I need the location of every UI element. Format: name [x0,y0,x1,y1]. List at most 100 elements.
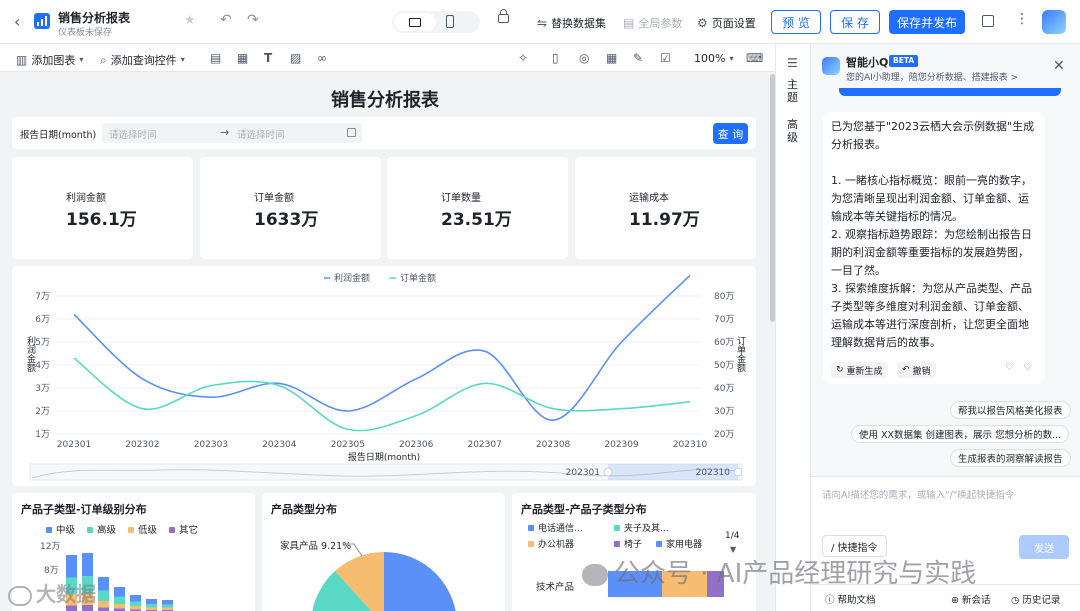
thumbs-down-icon[interactable]: ♡ [1023,362,1032,373]
range-end-label: 202310 [696,468,731,478]
kpi-card-order-amount[interactable]: 订单金额 1633万 [200,157,381,259]
assistant-avatar-icon[interactable] [1042,10,1066,34]
watermark-left: 大数据 [8,578,96,607]
keyboard-icon[interactable]: ⌨ [746,52,763,64]
brush-icon[interactable]: ✎ [633,52,643,64]
top-bar: ‹ 销售分析报表 仪表板未保存 ★ ↶ ↷ ⇋ 替换数据集 ▤ 全局参数 ⚙ 页… [0,0,1080,44]
assistant-tagline[interactable]: 您的AI小助理，陪您分析数据、搭建报表 > [846,70,1018,83]
bar [114,587,125,611]
layout-icon[interactable]: ▤ [210,52,221,64]
building-icon[interactable]: ▦ [606,52,617,64]
style-icon[interactable]: ◎ [579,52,589,64]
desktop-view-button[interactable] [394,13,436,31]
x-tick-label: 202306 [399,440,434,450]
y-tick-label: 1万 [35,430,50,440]
query-filter-card: 报告日期(month) 请选择时间 → 请选择时间 查 询 [12,117,756,149]
global-params-button[interactable]: ▤ 全局参数 [623,15,682,31]
zoom-select[interactable]: 100% ▾ [694,52,733,65]
prompt-input[interactable]: 请向AI描述您的需求，或输入"/"唤起快捷指令 [822,487,1014,501]
help-docs-link[interactable]: ⓘ 帮助文档 [825,592,876,606]
canvas-scrollbar[interactable] [770,72,775,611]
replace-dataset-button[interactable]: ⇋ 替换数据集 [537,15,606,31]
undo-icon[interactable]: ↶ [220,12,232,28]
y-tick-label: 6万 [35,315,50,325]
preview-button[interactable]: 预 览 [771,10,821,34]
watermark-right: 公众号 · AI产品经理研究与实践 [582,553,976,590]
thumbs-up-icon[interactable]: ♡ [1005,362,1014,373]
undo-message-button[interactable]: ↶ 撤销 [897,362,936,378]
suggestion-chip[interactable]: 使用 XX数据集 创建图表，展示 您想分析的数... [851,425,1070,443]
start-date-input[interactable]: 请选择时间 [109,127,157,141]
gear-icon: ⚙ [697,16,708,30]
back-icon[interactable]: ‹ [14,12,20,31]
product-type-pie-card[interactable]: 产品类型分布 家具产品 9.21% [262,493,505,611]
message-point: 1. 一睹核心指标概览：眼前一亮的数字，为您清晰呈现出利润金额、订单金额、运输成… [831,174,1032,223]
y-tick-label: 3万 [35,384,50,394]
rail-theme[interactable]: 主题 [787,78,801,104]
suggestion-chip[interactable]: 生成报表的洞察解读报告 [950,449,1071,467]
link-icon[interactable]: ∞ [317,52,327,64]
calendar-icon [347,128,356,137]
range-handle [603,467,613,477]
trend-chart-card[interactable]: 7万 80万 6万 70万 5万 60万 4万 50万 3万 40万 2万 30万 1万 20万 20230… [12,266,756,486]
y2-tick-label: 30万 [714,407,734,417]
bar [98,577,109,611]
y-tick-label: 4万 [35,361,50,371]
y-tick-label: 5万 [35,338,50,348]
y-tick-label: 12万 [40,542,61,552]
report-title[interactable]: 销售分析报表 [58,9,130,26]
list-icon[interactable]: ☰ [787,56,798,70]
redo-icon[interactable]: ↷ [247,12,259,28]
image-icon[interactable]: ▨ [290,52,301,64]
close-icon[interactable]: ✕ [1053,58,1065,74]
kpi-label: 订单数量 [441,193,481,204]
refresh-icon: ↻ [836,365,844,375]
edit-toolbar: ▥ 添加图表 ▾ ⌕ 添加查询控件 ▾ ▤ ▦ T ▨ ∞ ✧ ▯ ◎ ▦ ✎ … [0,44,775,72]
check-icon[interactable]: ☑ [660,52,671,64]
type-subtype-chart-card[interactable]: 产品类型-产品子类型分布 电话通信... 夹子及其... 办公机器 椅子 家用电… [512,493,756,611]
add-chart-button[interactable]: ▥ 添加图表 ▾ [16,52,83,68]
history-button[interactable]: ◷ 历史记录 [1011,592,1060,606]
text-icon[interactable]: T [264,52,272,64]
y-tick-label: 2万 [35,407,50,417]
y2-axis-title: 订单金额 [735,336,746,373]
kpi-card-order-count[interactable]: 订单数量 23.51万 [387,157,568,259]
y2-tick-label: 40万 [714,384,734,394]
legend-page-indicator[interactable]: 1/4 [725,531,739,541]
y2-tick-label: 70万 [714,315,734,325]
chart-legend: 中级 高级 低级 其它 [46,522,198,536]
more-vertical-icon[interactable]: ⋮ [1015,11,1029,27]
y2-tick-label: 50万 [714,361,734,371]
share-external-icon[interactable] [982,15,994,27]
chart-title: 产品类型-产品子类型分布 [521,503,647,516]
regenerate-button[interactable]: ↻ 重新生成 [831,362,888,378]
y2-tick-label: 60万 [714,338,734,348]
y2-tick-label: 80万 [714,292,734,302]
kpi-card-profit[interactable]: 利润金额 156.1万 [12,157,193,259]
kpi-card-shipping-cost[interactable]: 运输成本 11.97万 [575,157,756,259]
new-session-button[interactable]: ⊕ 新会话 [951,592,991,606]
page-settings-button[interactable]: ⚙ 页面设置 [697,15,756,31]
pie-chart [312,543,456,611]
clock-icon: ◷ [1011,595,1023,606]
monitor-icon [409,17,421,27]
mobile-view-button[interactable] [446,15,454,28]
favorite-star-icon[interactable]: ★ [184,13,196,28]
pie-label-leader [344,543,363,557]
rail-advanced[interactable]: 高级 [787,118,801,144]
suggestion-chip[interactable]: 帮我以报告风格美化报表 [950,401,1071,419]
query-button[interactable]: 查 询 [713,123,748,144]
save-status: 仪表板未保存 [58,28,113,38]
save-button[interactable]: 保 存 [830,10,880,34]
save-publish-button[interactable]: 保存并发布 [889,10,965,34]
doc-icon[interactable]: ▯ [552,52,559,64]
bar-chart-icon: ▥ [16,53,28,67]
ai-magic-icon[interactable]: ✧ [518,52,528,64]
add-query-control-button[interactable]: ⌕ 添加查询控件 ▾ [100,52,185,68]
scrollbar-thumb[interactable] [770,74,775,322]
send-button[interactable]: 发送 [1019,535,1069,559]
lock-icon[interactable] [498,14,509,23]
end-date-input[interactable]: 请选择时间 [237,127,285,141]
date-range-picker[interactable]: 请选择时间 → 请选择时间 [102,123,362,143]
table-icon[interactable]: ▦ [237,52,248,64]
